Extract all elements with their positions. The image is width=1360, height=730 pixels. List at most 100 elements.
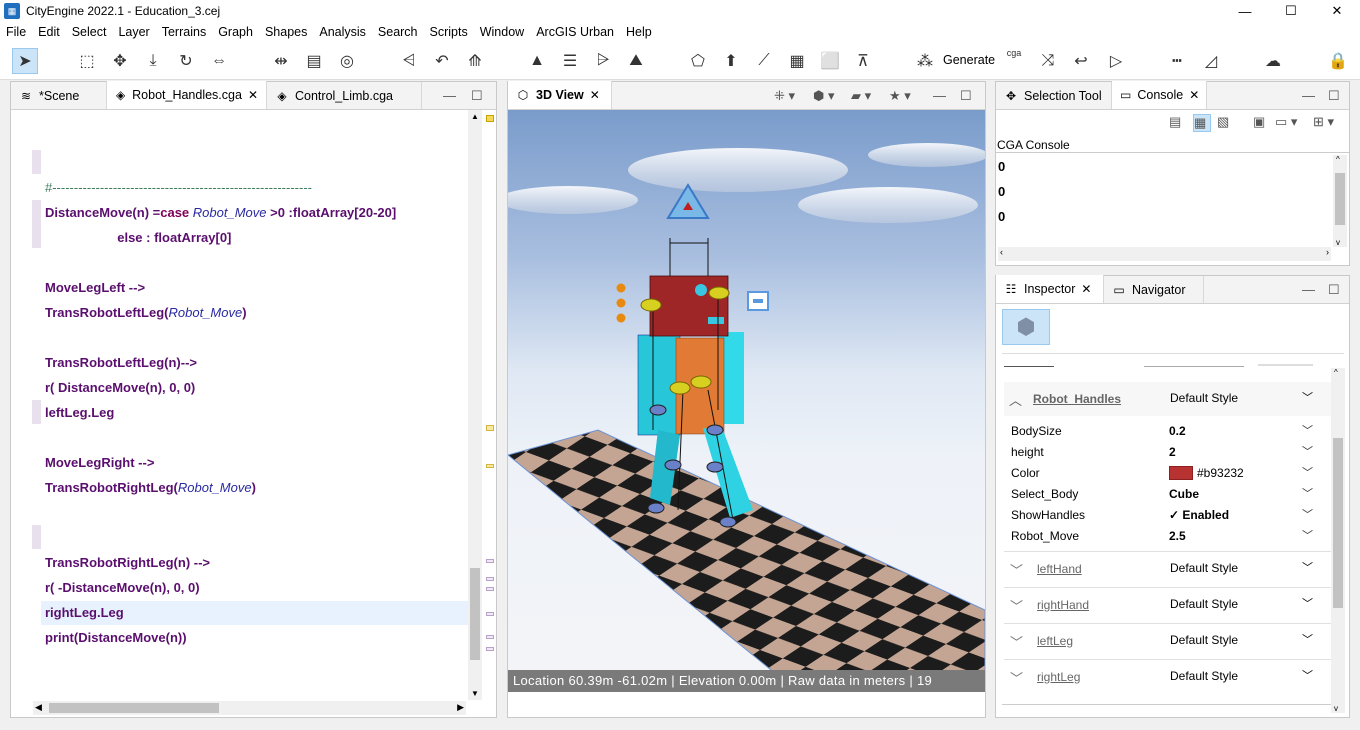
tab-robot-handles[interactable]: ◈ Robot_Handles.cga ✕ <box>107 81 267 109</box>
cga-console-output[interactable]: 0 0 0 ^ v ‹ › <box>996 152 1349 264</box>
extrude-icon[interactable]: ⬆ <box>718 48 744 74</box>
chevron-down-icon[interactable]: ﹀ <box>1010 560 1023 579</box>
3d-viewport[interactable]: Location 60.39m -61.02m | Elevation 0.00… <box>508 110 985 692</box>
close-button[interactable]: ✕ <box>1314 0 1360 22</box>
street-split-icon[interactable]: ⩥ <box>590 48 616 74</box>
tab-control-limb[interactable]: ◈ Control_Limb.cga <box>267 82 422 109</box>
close-icon[interactable]: ✕ <box>1189 88 1199 102</box>
cga-icon[interactable]: cga <box>1001 48 1027 74</box>
ruler-marker[interactable] <box>486 464 494 468</box>
group-row-lefthand[interactable]: ﹀ leftHand Default Style ﹀ <box>1004 551 1334 585</box>
scroll-lock-icon[interactable]: ▦ <box>1193 114 1211 132</box>
group-row-rightleg[interactable]: ﹀ rightLeg Default Style ﹀ <box>1004 659 1334 693</box>
chevron-down-icon[interactable]: ﹀ <box>1010 632 1023 651</box>
weather-icon[interactable]: ☁ <box>1260 48 1286 74</box>
generate-label[interactable]: Generate <box>943 53 995 67</box>
camera-icon[interactable]: ▰ ▾ <box>851 88 871 104</box>
tab-navigator[interactable]: ▭ Navigator <box>1104 276 1204 303</box>
console-vertical-scrollbar[interactable]: ^ v <box>1333 155 1347 247</box>
terrain-align-icon[interactable]: ⩤ <box>396 48 422 74</box>
ruler-marker[interactable] <box>486 635 494 639</box>
ruler-marker[interactable] <box>486 612 494 616</box>
scroll-down-icon[interactable]: ▼ <box>471 689 479 698</box>
close-icon[interactable]: ✕ <box>248 88 258 102</box>
menu-terrains[interactable]: Terrains <box>156 22 212 42</box>
menu-window[interactable]: Window <box>474 22 530 42</box>
tab-selection-tool[interactable]: ✥ Selection Tool <box>996 82 1112 109</box>
scroll-thumb[interactable] <box>1335 173 1345 225</box>
menu-help[interactable]: Help <box>620 22 658 42</box>
tab-scene[interactable]: ≋ *Scene <box>11 82 107 109</box>
minimize-panel-icon[interactable]: — <box>1302 88 1315 103</box>
layers-icon[interactable]: ▤ <box>301 48 327 74</box>
scroll-up-icon[interactable]: ^ <box>1334 368 1338 377</box>
maximize-button[interactable]: ☐ <box>1268 0 1314 22</box>
viewshed-icon[interactable]: ◿ <box>1198 48 1224 74</box>
scale-icon[interactable]: ⇔ <box>206 48 232 74</box>
open-console-icon[interactable]: ⊞ ▾ <box>1313 114 1334 130</box>
handle-icon[interactable]: ◎ <box>334 48 360 74</box>
maximize-panel-icon[interactable]: ☐ <box>960 88 972 104</box>
close-icon[interactable]: ✕ <box>590 88 600 102</box>
property-row[interactable]: ShowHandles ✓ Enabled ﹀ <box>1004 505 1314 526</box>
chevron-down-icon[interactable]: ﹀ <box>1010 596 1023 615</box>
tab-inspector[interactable]: ☷ Inspector ✕ <box>996 275 1104 303</box>
polygon-shape-icon[interactable]: ⬠ <box>685 48 711 74</box>
scroll-thumb[interactable] <box>470 568 480 660</box>
property-row[interactable]: BodySize 0.2 ﹀ <box>1004 421 1314 442</box>
editor-vertical-scrollbar[interactable]: ▲ ▼ <box>468 110 482 700</box>
menu-graph[interactable]: Graph <box>212 22 259 42</box>
ruler-marker[interactable] <box>486 647 494 651</box>
ruler-marker[interactable] <box>486 559 494 563</box>
select-tool-icon[interactable]: ➤ <box>12 48 38 74</box>
align-shape-icon[interactable]: ⊼ <box>850 48 876 74</box>
color-swatch[interactable] <box>1169 466 1193 480</box>
inspector-vertical-scrollbar[interactable]: ^ v <box>1331 368 1345 713</box>
scroll-thumb[interactable] <box>1333 438 1343 608</box>
terrain-edit-icon[interactable]: ⛰ <box>623 48 649 74</box>
group-style-select[interactable]: Default Style ﹀ <box>1162 664 1319 688</box>
console-horizontal-scrollbar[interactable]: ‹ › <box>998 247 1331 261</box>
group-style-select[interactable]: Default Style ﹀ <box>1162 628 1319 652</box>
chevron-down-icon[interactable]: ﹀ <box>1302 506 1313 522</box>
pointer-icon[interactable]: ▷ <box>1103 48 1129 74</box>
chevron-down-icon[interactable]: ﹀ <box>1302 485 1313 501</box>
scroll-right-icon[interactable]: › <box>1326 247 1329 257</box>
street-tool-icon[interactable]: ▲ <box>524 48 550 74</box>
rotate-icon[interactable]: ↻ <box>173 48 199 74</box>
minimize-button[interactable]: — <box>1222 0 1268 22</box>
menu-edit[interactable]: Edit <box>32 22 66 42</box>
scroll-right-icon[interactable]: ▶ <box>457 702 464 713</box>
display-console-icon[interactable]: ▣ <box>1253 114 1265 130</box>
code-editor[interactable]: #---------------------------------------… <box>11 110 489 701</box>
move-icon[interactable]: ✥ <box>107 48 133 74</box>
menu-analysis[interactable]: Analysis <box>313 22 372 42</box>
color-handle-icon[interactable] <box>616 283 626 293</box>
scene-render[interactable] <box>508 110 985 692</box>
menu-shapes[interactable]: Shapes <box>259 22 313 42</box>
scroll-up-icon[interactable]: ▲ <box>471 112 479 121</box>
lock-icon[interactable]: 🔒 <box>1325 48 1351 74</box>
maximize-panel-icon[interactable]: ☐ <box>1328 88 1340 104</box>
property-row[interactable]: Color #b93232 ﹀ <box>1004 463 1314 484</box>
chevron-down-icon[interactable]: ﹀ <box>1302 443 1313 459</box>
group-style-select[interactable]: Default Style ﹀ <box>1162 592 1319 616</box>
shuffle-icon[interactable]: ⤨ <box>1035 48 1061 74</box>
chevron-down-icon[interactable]: ﹀ <box>1302 527 1313 543</box>
scroll-left-icon[interactable]: ◀ <box>35 702 42 713</box>
console-select-icon[interactable]: ▭ ▾ <box>1275 114 1297 130</box>
minimize-panel-icon[interactable]: — <box>1302 282 1315 297</box>
pin-console-icon[interactable]: ▧ <box>1217 114 1229 130</box>
nudge-icon[interactable]: ⇹ <box>268 48 294 74</box>
ruler-marker[interactable] <box>486 577 494 581</box>
ruler-marker[interactable] <box>486 587 494 591</box>
scroll-thumb[interactable] <box>49 703 219 713</box>
clear-console-icon[interactable]: ▤ <box>1169 114 1181 130</box>
rule-style-select[interactable]: Default Style ﹀ <box>1162 386 1319 410</box>
menu-select[interactable]: Select <box>66 22 113 42</box>
measure-icon[interactable]: ┅ <box>1164 48 1190 74</box>
box-icon[interactable]: ⬜ <box>817 48 843 74</box>
shape-type-icon[interactable]: ⬢ <box>1002 309 1050 345</box>
editor-horizontal-scrollbar[interactable]: ◀ ▶ <box>33 701 466 715</box>
menu-scripts[interactable]: Scripts <box>424 22 474 42</box>
